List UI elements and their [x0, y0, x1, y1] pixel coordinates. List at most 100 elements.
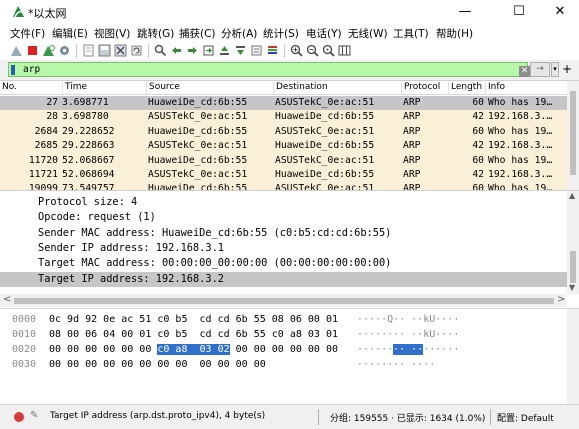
- reload-icon[interactable]: [130, 44, 143, 57]
- restart-icon[interactable]: [42, 44, 55, 57]
- ascii-bytes[interactable]: ········ ········: [357, 342, 459, 357]
- colorize-icon[interactable]: [266, 44, 279, 57]
- hex-line[interactable]: 0000 0c 9d 92 0e ac 51 c0 b5 cd cd 6b 55 …: [0, 312, 567, 327]
- menu-tools[interactable]: 工具(T): [393, 26, 429, 41]
- hex-bytes[interactable]: 08 00 06 04 00 01 c0 b5 cd cd 6b 55 c0 a…: [49, 327, 338, 342]
- filter-bookmark-icon[interactable]: [11, 65, 15, 75]
- go-to-packet-icon[interactable]: [202, 44, 215, 57]
- table-row[interactable]: 2685 29.228663 ASUSTekC_0e:ac:51 HuaweiDe_c…: [0, 139, 567, 154]
- table-row[interactable]: 11720 52.068667 HuaweiDe_cd:6b:55 ASUSTekC_…: [0, 153, 567, 168]
- cell-no: 2684: [34, 125, 58, 137]
- bytes-scrollbar[interactable]: [567, 309, 579, 404]
- detail-line[interactable]: Opcode: request (1): [0, 210, 567, 225]
- options-gear-icon[interactable]: [58, 44, 71, 57]
- forward-icon[interactable]: [186, 44, 199, 57]
- scroll-down-arrow-icon[interactable]: ▼: [569, 283, 575, 292]
- hex-offset: 0000: [12, 314, 37, 325]
- shark-fin-start-icon[interactable]: [10, 44, 23, 57]
- filter-history-dropdown[interactable]: ▾: [551, 62, 559, 77]
- detail-line[interactable]: Protocol size: 4: [0, 195, 567, 210]
- detail-line[interactable]: Sender MAC address: HuaweiDe_cd:6b:55 (c…: [0, 226, 567, 241]
- column-header-time[interactable]: Time: [62, 82, 87, 94]
- wireshark-logo-icon: [13, 6, 24, 18]
- clear-filter-icon[interactable]: ✕: [519, 66, 530, 77]
- normal-size-icon[interactable]: [322, 44, 335, 57]
- minimize-button[interactable]: —: [443, 0, 487, 24]
- table-row[interactable]: 19099 73.549757 HuaweiDe_cd:6b:55 ASUSTekC_…: [0, 182, 567, 190]
- hex-bytes[interactable]: 00 00 00 00 00 00 00 00 00 00 00 00: [49, 357, 266, 372]
- menu-help[interactable]: 帮助(H): [436, 26, 473, 41]
- column-header-protocol[interactable]: Protocol: [401, 82, 440, 94]
- status-packet-count: 分组: 159555 · 已显示: 1634 (1.0%): [330, 414, 486, 424]
- column-header-length[interactable]: Length: [448, 82, 482, 94]
- packet-list-scroll-thumb[interactable]: [570, 91, 576, 175]
- details-hscroll-thumb[interactable]: [14, 298, 554, 304]
- menu-telephony[interactable]: 电话(Y): [306, 26, 342, 41]
- status-bar: ✎ Target IP address (arp.dst.proto_ipv4)…: [0, 404, 579, 429]
- hex-bytes[interactable]: 0c 9d 92 0e ac 51 c0 b5 cd cd 6b 55 08 0…: [49, 312, 338, 327]
- table-row[interactable]: 28 3.698780 ASUSTekC_0e:ac:51 HuaweiDe_cd:6…: [0, 110, 567, 125]
- zoom-in-icon[interactable]: [290, 44, 303, 57]
- packet-details-pane[interactable]: Protocol size: 4 Opcode: request (1) Sende…: [0, 190, 579, 308]
- scroll-left-arrow-icon[interactable]: <: [3, 294, 11, 305]
- find-icon[interactable]: [154, 44, 167, 57]
- detail-line[interactable]: Sender IP address: 192.168.3.1: [0, 241, 567, 256]
- menu-go[interactable]: 跳转(G): [137, 26, 174, 41]
- resize-columns-icon[interactable]: [338, 44, 351, 57]
- details-scroll-thumb[interactable]: [570, 251, 576, 283]
- autoscroll-icon[interactable]: [250, 44, 263, 57]
- apply-filter-button[interactable]: →: [530, 62, 550, 77]
- ascii-bytes[interactable]: ········ ····: [357, 357, 435, 372]
- detail-line[interactable]: Target MAC address: 00:00:00_00:00:00 (0…: [0, 256, 567, 271]
- open-file-icon[interactable]: [82, 44, 95, 57]
- hex-segment: 0c 9d 92 0e ac 51 c0 b5 cd cd 6b 55 08 0…: [49, 314, 338, 325]
- expert-info-icon[interactable]: [14, 412, 24, 422]
- packet-bytes-pane[interactable]: 0000 0c 9d 92 0e ac 51 c0 b5 cd cd 6b 55 …: [0, 308, 579, 404]
- close-button[interactable]: ✕: [541, 0, 579, 24]
- details-horizontal-scrollbar[interactable]: < >: [0, 294, 567, 307]
- ascii-segment: ········ ····: [357, 359, 436, 370]
- close-file-icon[interactable]: [114, 44, 127, 57]
- packet-list[interactable]: No. Time Source Destination Protocol Len…: [0, 80, 579, 190]
- packet-list-scrollbar[interactable]: [567, 81, 579, 190]
- add-filter-button[interactable]: +: [561, 62, 573, 77]
- hex-line[interactable]: 0010 08 00 06 04 00 01 c0 b5 cd cd 6b 55 …: [0, 327, 567, 342]
- menu-edit[interactable]: 编辑(E): [52, 26, 88, 41]
- menu-view[interactable]: 视图(V): [94, 26, 130, 41]
- stop-icon[interactable]: [26, 44, 39, 57]
- scroll-right-arrow-icon[interactable]: >: [557, 294, 565, 305]
- zoom-out-icon[interactable]: [306, 44, 319, 57]
- ascii-bytes[interactable]: ·····Q·· ··kU····: [357, 312, 459, 327]
- back-icon[interactable]: [170, 44, 183, 57]
- hex-line[interactable]: 0020 00 00 00 00 00 00 c0 a8 03 02 00 00 …: [0, 342, 567, 357]
- ascii-bytes[interactable]: ········ ··kU····: [357, 327, 459, 342]
- column-header-destination[interactable]: Destination: [273, 82, 328, 94]
- display-filter-input[interactable]: arp ✕: [8, 62, 530, 77]
- column-header-no[interactable]: No.: [0, 82, 17, 94]
- maximize-button[interactable]: ☐: [497, 0, 541, 24]
- menu-statistics[interactable]: 统计(S): [263, 26, 299, 41]
- hex-bytes[interactable]: 00 00 00 00 00 00 c0 a8 03 02 00 00 00 0…: [49, 342, 338, 357]
- menu-file[interactable]: 文件(F): [10, 26, 45, 41]
- details-vertical-scrollbar[interactable]: ▲ ▼: [567, 191, 579, 294]
- edit-comment-icon[interactable]: ✎: [30, 410, 38, 421]
- detail-line[interactable]: Target IP address: 192.168.3.2: [0, 271, 567, 287]
- column-header-source[interactable]: Source: [146, 82, 180, 94]
- hex-line[interactable]: 0030 00 00 00 00 00 00 00 00 00 00 00 00 ·…: [0, 357, 567, 372]
- menu-wireless[interactable]: 无线(W): [348, 26, 388, 41]
- table-row[interactable]: 27 3.698771 HuaweiDe_cd:6b:55 ASUSTekC_0e:a…: [0, 96, 567, 111]
- table-row[interactable]: 2684 29.228652 HuaweiDe_cd:6b:55 ASUSTekC_0…: [0, 124, 567, 140]
- menu-capture[interactable]: 捕获(C): [179, 26, 216, 41]
- menu-analyze[interactable]: 分析(A): [221, 26, 257, 41]
- save-file-icon[interactable]: [98, 44, 111, 57]
- cell-info: Who has 19…: [488, 154, 553, 166]
- title-bar: *以太网 — ☐ ✕: [0, 0, 579, 24]
- last-packet-icon[interactable]: [234, 44, 247, 57]
- ascii-segment: ·····Q·· ··kU····: [357, 314, 460, 325]
- status-profile[interactable]: 配置: Default: [497, 411, 554, 424]
- table-row[interactable]: 11721 52.068694 ASUSTekC_0e:ac:51 HuaweiDe_…: [0, 168, 567, 183]
- cell-dst: HuaweiDe_cd:6b:55: [275, 169, 375, 180]
- first-packet-icon[interactable]: [218, 44, 231, 57]
- column-header-info[interactable]: Info: [485, 82, 505, 94]
- scroll-up-arrow-icon[interactable]: ▲: [569, 191, 575, 200]
